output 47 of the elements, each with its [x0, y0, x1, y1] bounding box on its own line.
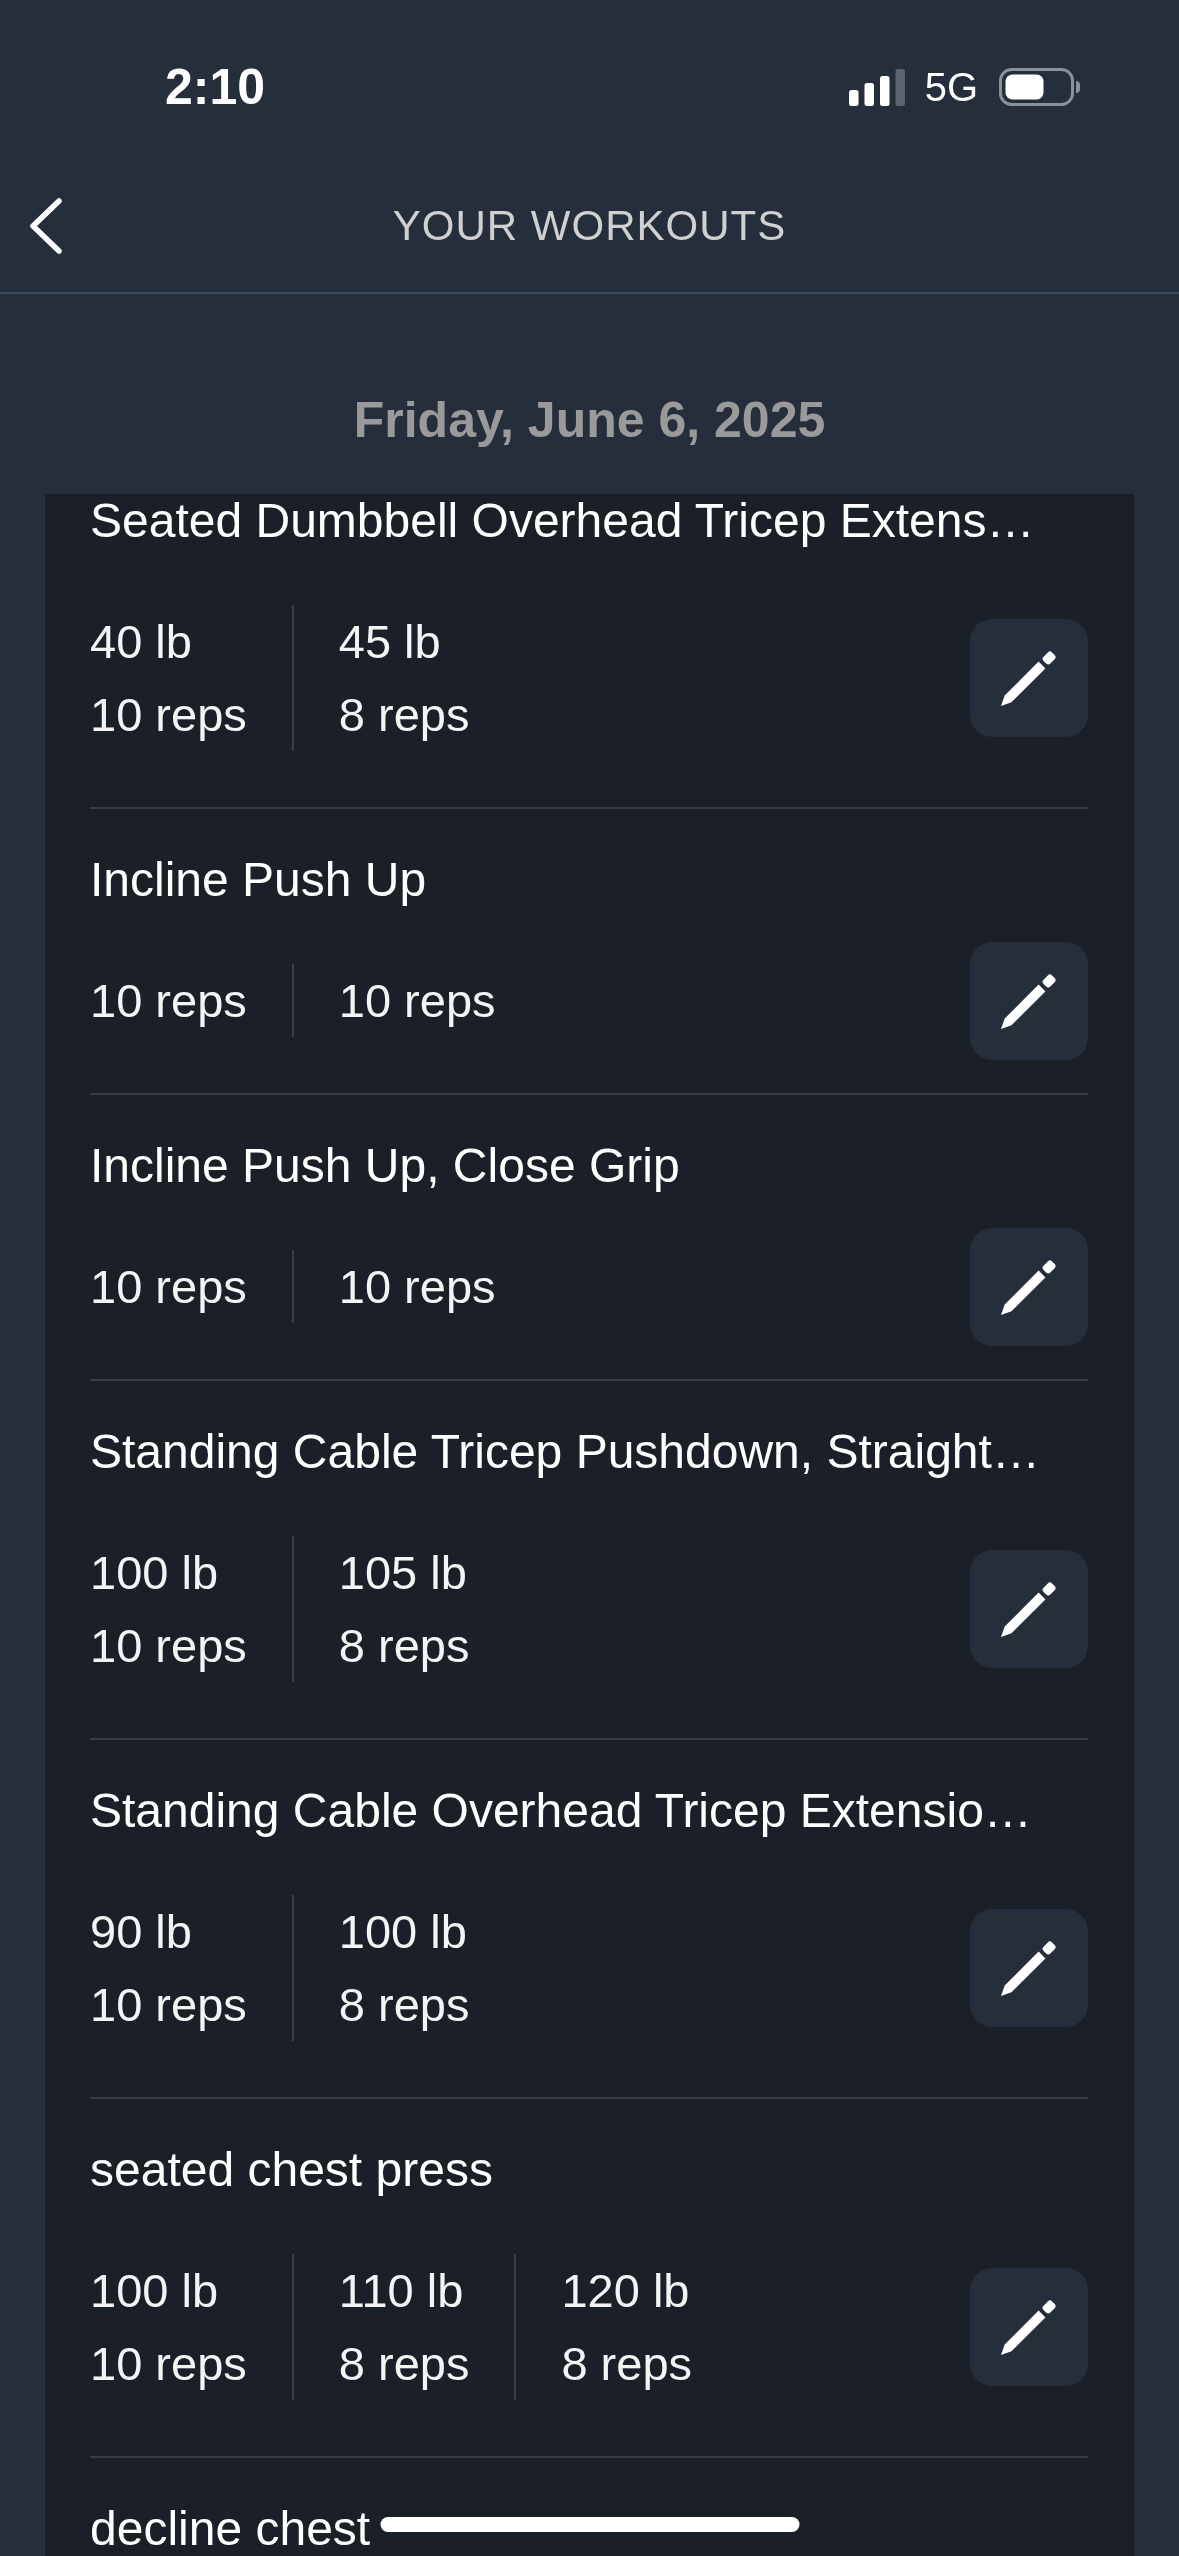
edit-button[interactable] — [970, 1550, 1088, 1668]
edit-button[interactable] — [970, 941, 1088, 1060]
set-reps: 10 reps — [90, 2336, 247, 2392]
exercise-name: Incline Push Up, Close Grip — [90, 1139, 680, 1193]
set-weight: 100 lb — [90, 2263, 219, 2319]
set-reps: 10 reps — [338, 973, 496, 1029]
set-weight: 100 lb — [338, 1904, 467, 1960]
edit-button[interactable] — [970, 1909, 1088, 2027]
set-weight: 90 lb — [90, 1904, 192, 1960]
exercise-name: Standing Cable Overhead Tricep Extensio… — [90, 1784, 1032, 1838]
set-weight: 40 lb — [90, 614, 192, 670]
edit-button[interactable] — [970, 619, 1088, 737]
pencil-icon — [999, 1938, 1059, 1998]
set-weight: 110 lb — [338, 2263, 464, 2319]
set-reps: 10 reps — [90, 1977, 247, 2033]
edit-button[interactable] — [970, 1227, 1088, 1346]
set-weight: 45 lb — [338, 614, 441, 670]
exercise-name: Standing Cable Tricep Pushdown, Straight… — [90, 1425, 1040, 1479]
set-reps: 8 reps — [338, 687, 470, 743]
edit-button[interactable] — [970, 2268, 1088, 2386]
status-time: 2:10 — [165, 58, 266, 117]
set-reps: 10 reps — [90, 1259, 247, 1315]
pencil-icon — [999, 648, 1059, 708]
set-weight: 120 lb — [561, 2263, 690, 2319]
exercise-name: Incline Push Up — [90, 853, 427, 907]
chevron-left-icon — [29, 198, 63, 254]
pencil-icon — [999, 1579, 1059, 1639]
back-button[interactable] — [29, 198, 63, 254]
exercise-name: seated chest press — [90, 2143, 493, 2197]
page-title: YOUR WORKOUTS — [392, 201, 787, 251]
pencil-icon — [999, 2297, 1059, 2357]
set-weight: 100 lb — [90, 1545, 219, 1601]
set-weight: 105 lb — [338, 1545, 467, 1601]
set-reps: 10 reps — [90, 687, 247, 743]
set-reps: 10 reps — [90, 973, 247, 1029]
battery-icon — [999, 68, 1081, 106]
set-reps: 8 reps — [338, 2336, 470, 2392]
signal-icon — [848, 68, 905, 106]
exercise-name: Seated Dumbbell Overhead Tricep Extens… — [90, 494, 1035, 548]
set-reps: 8 reps — [338, 1977, 470, 2033]
exercise-name: decline chest — [90, 2502, 371, 2556]
date-heading: Friday, June 6, 2025 — [353, 391, 826, 450]
set-reps: 8 reps — [338, 1618, 470, 1674]
network-label: 5G — [924, 64, 978, 111]
set-reps: 10 reps — [90, 1618, 247, 1674]
set-reps: 8 reps — [561, 2336, 693, 2392]
set-reps: 10 reps — [338, 1259, 496, 1315]
